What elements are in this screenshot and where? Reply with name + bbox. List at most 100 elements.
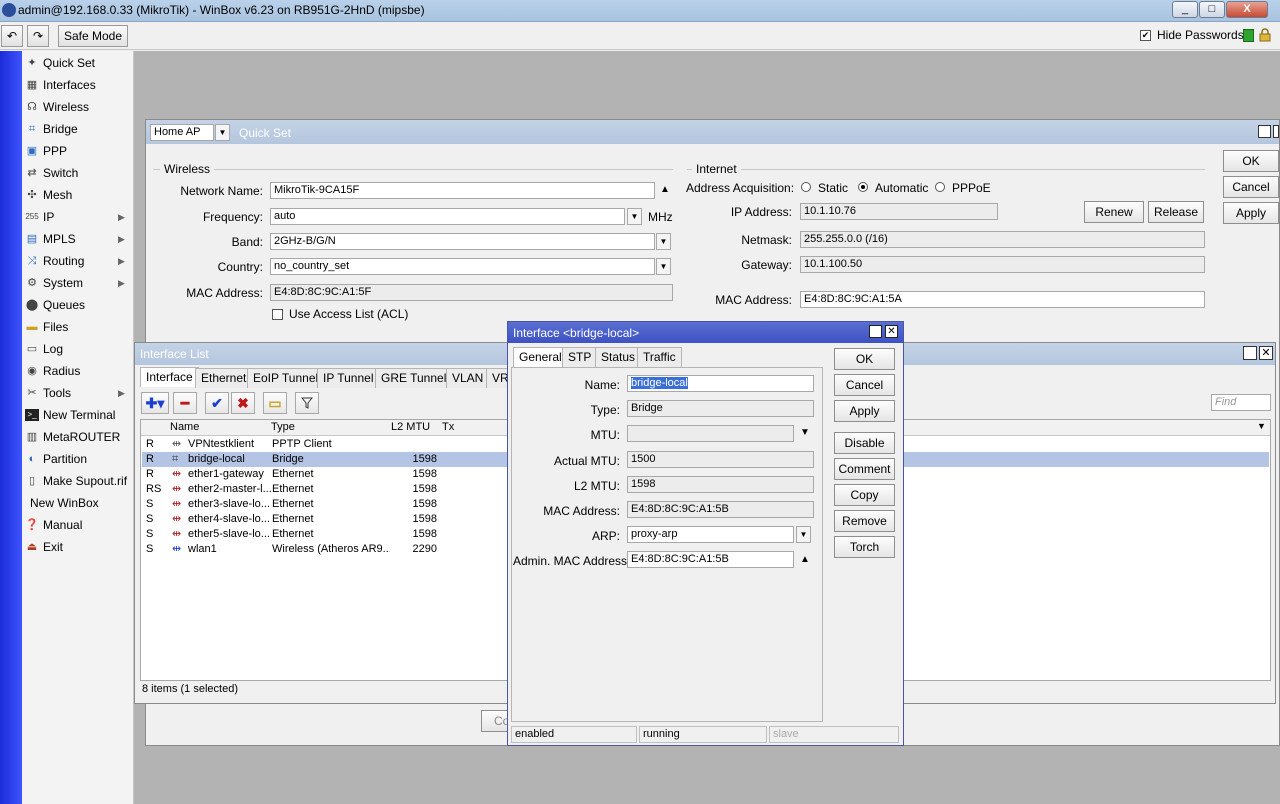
sidebar-item-exit[interactable]: ⏏ Exit (22, 536, 132, 558)
filter-icon[interactable] (295, 392, 319, 414)
use-acl-checkbox[interactable] (272, 309, 283, 320)
sidebar-item-mpls[interactable]: ▤ MPLS ▶ (22, 228, 132, 250)
col-tx-header[interactable]: Tx (442, 421, 454, 433)
sidebar-item-bridge[interactable]: ⌗ Bridge (22, 118, 132, 140)
tab-ethernet[interactable]: Ethernet (195, 368, 253, 388)
sidebar-item-interfaces[interactable]: ▦ Interfaces (22, 74, 132, 96)
tab-stp[interactable]: STP (562, 347, 598, 367)
comment-icon[interactable]: ▭ (263, 392, 287, 414)
sidebar-item-system[interactable]: ⚙ System ▶ (22, 272, 132, 294)
maximize-icon[interactable] (1258, 125, 1271, 138)
sidebar-item-new-winbox[interactable]: New WinBox (22, 492, 132, 514)
network-name-field[interactable]: MikroTik-9CA15F (270, 182, 655, 199)
dialog-apply-button[interactable]: Apply (834, 400, 895, 422)
acq-pppoe-radio[interactable] (935, 182, 945, 192)
sidebar-item-ip[interactable]: 255 IP ▶ (22, 206, 132, 228)
mtu-field[interactable] (627, 425, 794, 442)
dialog-comment-button[interactable]: Comment (834, 458, 895, 480)
quickset-ok-button[interactable]: OK (1223, 150, 1279, 172)
dialog-disable-button[interactable]: Disable (834, 432, 895, 454)
tab-status[interactable]: Status (595, 347, 642, 367)
country-field[interactable]: no_country_set (270, 258, 655, 275)
tab-gre-tunnel[interactable]: GRE Tunnel (375, 368, 453, 388)
system-icon: ⚙ (27, 277, 37, 289)
sidebar-item-quick-set[interactable]: ✦ Quick Set (22, 52, 132, 74)
acq-automatic-radio[interactable] (858, 182, 868, 192)
name-field[interactable]: bridge-local (627, 375, 814, 392)
dialog-remove-button[interactable]: Remove (834, 510, 895, 532)
column-dropdown-icon[interactable]: ▼ (1257, 421, 1266, 431)
address-acquisition-label: Address Acquisition: (686, 181, 795, 195)
sidebar-item-manual[interactable]: ❓ Manual (22, 514, 132, 536)
sidebar-item-wireless[interactable]: ☊ Wireless (22, 96, 132, 118)
sidebar-item-metarouter[interactable]: ▥ MetaROUTER (22, 426, 132, 448)
col-name-header[interactable]: Name (170, 421, 199, 433)
find-input[interactable]: Find (1211, 394, 1271, 411)
sidebar-item-tools[interactable]: ✂ Tools ▶ (22, 382, 132, 404)
quickset-cancel-button[interactable]: Cancel (1223, 176, 1279, 198)
tab-interface[interactable]: Interface (140, 367, 199, 387)
disable-icon[interactable]: ✖ (231, 392, 255, 414)
close-icon[interactable]: ✕ (885, 325, 898, 338)
close-icon[interactable]: ✕ (1259, 346, 1273, 360)
col-type-header[interactable]: Type (271, 421, 295, 433)
band-label: Band: (231, 235, 263, 249)
sidebar-item-ppp[interactable]: ▣ PPP (22, 140, 132, 162)
sidebar-item-new-terminal[interactable]: >_ New Terminal (22, 404, 132, 426)
dialog-copy-button[interactable]: Copy (834, 484, 895, 506)
use-acl-label: Use Access List (ACL) (289, 307, 409, 321)
sidebar-item-switch[interactable]: ⇄ Switch (22, 162, 132, 184)
add-icon[interactable]: ✚▾ (141, 392, 169, 414)
chevron-down-icon[interactable]: ▼ (656, 233, 671, 250)
chevron-down-icon[interactable]: ▼ (215, 124, 230, 141)
tab-eoip-tunnel[interactable]: EoIP Tunnel (247, 368, 325, 388)
sidebar-item-radius[interactable]: ◉ Radius (22, 360, 132, 382)
maximize-button[interactable]: □ (1199, 1, 1225, 18)
acq-static-radio[interactable] (801, 182, 811, 192)
remove-icon[interactable]: ━ (173, 392, 197, 414)
maximize-icon[interactable] (1243, 346, 1257, 360)
sidebar-item-files[interactable]: ▬ Files (22, 316, 132, 338)
quickset-apply-button[interactable]: Apply (1223, 202, 1279, 224)
tab-ip-tunnel[interactable]: IP Tunnel (317, 368, 380, 388)
sidebar-item-queues[interactable]: ⬤ Queues (22, 294, 132, 316)
frequency-unit: MHz (648, 210, 673, 224)
renew-button[interactable]: Renew (1084, 201, 1144, 223)
tab-traffic[interactable]: Traffic (637, 347, 682, 367)
sidebar-item-log[interactable]: ▭ Log (22, 338, 132, 360)
admin-mac-field[interactable]: E4:8D:8C:9C:A1:5B (627, 551, 794, 568)
hide-passwords-checkbox[interactable]: ✔ (1140, 30, 1151, 41)
dialog-torch-button[interactable]: Torch (834, 536, 895, 558)
collapse-arrow-icon[interactable]: ▲ (800, 554, 810, 565)
chevron-down-icon[interactable]: ▼ (796, 526, 811, 543)
maximize-icon[interactable] (869, 325, 882, 338)
enable-icon[interactable]: ✔ (205, 392, 229, 414)
redo-button[interactable]: ↷ (27, 25, 49, 47)
safe-mode-button[interactable]: Safe Mode (58, 25, 128, 47)
arp-select[interactable]: proxy-arp (627, 526, 794, 543)
minimize-button[interactable]: _ (1172, 1, 1198, 18)
col-l2mtu-header[interactable]: L2 MTU (391, 421, 430, 433)
sidebar-item-make-supout[interactable]: ▯ Make Supout.rif (22, 470, 132, 492)
dialog-cancel-button[interactable]: Cancel (834, 374, 895, 396)
undo-button[interactable]: ↶ (1, 25, 23, 47)
sidebar-item-partition[interactable]: ◐ Partition (22, 448, 132, 470)
tab-general[interactable]: General (513, 347, 568, 367)
release-button[interactable]: Release (1148, 201, 1204, 223)
sidebar-item-routing[interactable]: ⤨ Routing ▶ (22, 250, 132, 272)
sidebar-item-mesh[interactable]: ✣ Mesh (22, 184, 132, 206)
chevron-down-icon[interactable]: ▼ (656, 258, 671, 275)
quickset-mode-select[interactable]: Home AP (150, 124, 214, 141)
dialog-ok-button[interactable]: OK (834, 348, 895, 370)
band-field[interactable]: 2GHz-B/G/N (270, 233, 655, 250)
close-icon[interactable] (1273, 125, 1279, 138)
chevron-down-icon[interactable]: ▼ (800, 427, 810, 438)
chevron-down-icon[interactable]: ▼ (627, 208, 642, 225)
tab-vlan[interactable]: VLAN (446, 368, 490, 388)
internet-mac-field[interactable]: E4:8D:8C:9C:A1:5A (800, 291, 1205, 308)
collapse-arrow-icon[interactable]: ▲ (660, 184, 670, 195)
frequency-field[interactable]: auto (270, 208, 625, 225)
close-button[interactable]: X (1226, 1, 1268, 18)
ethernet-icon: ⇹ (172, 513, 182, 525)
bridge-icon: ⌗ (172, 453, 179, 465)
